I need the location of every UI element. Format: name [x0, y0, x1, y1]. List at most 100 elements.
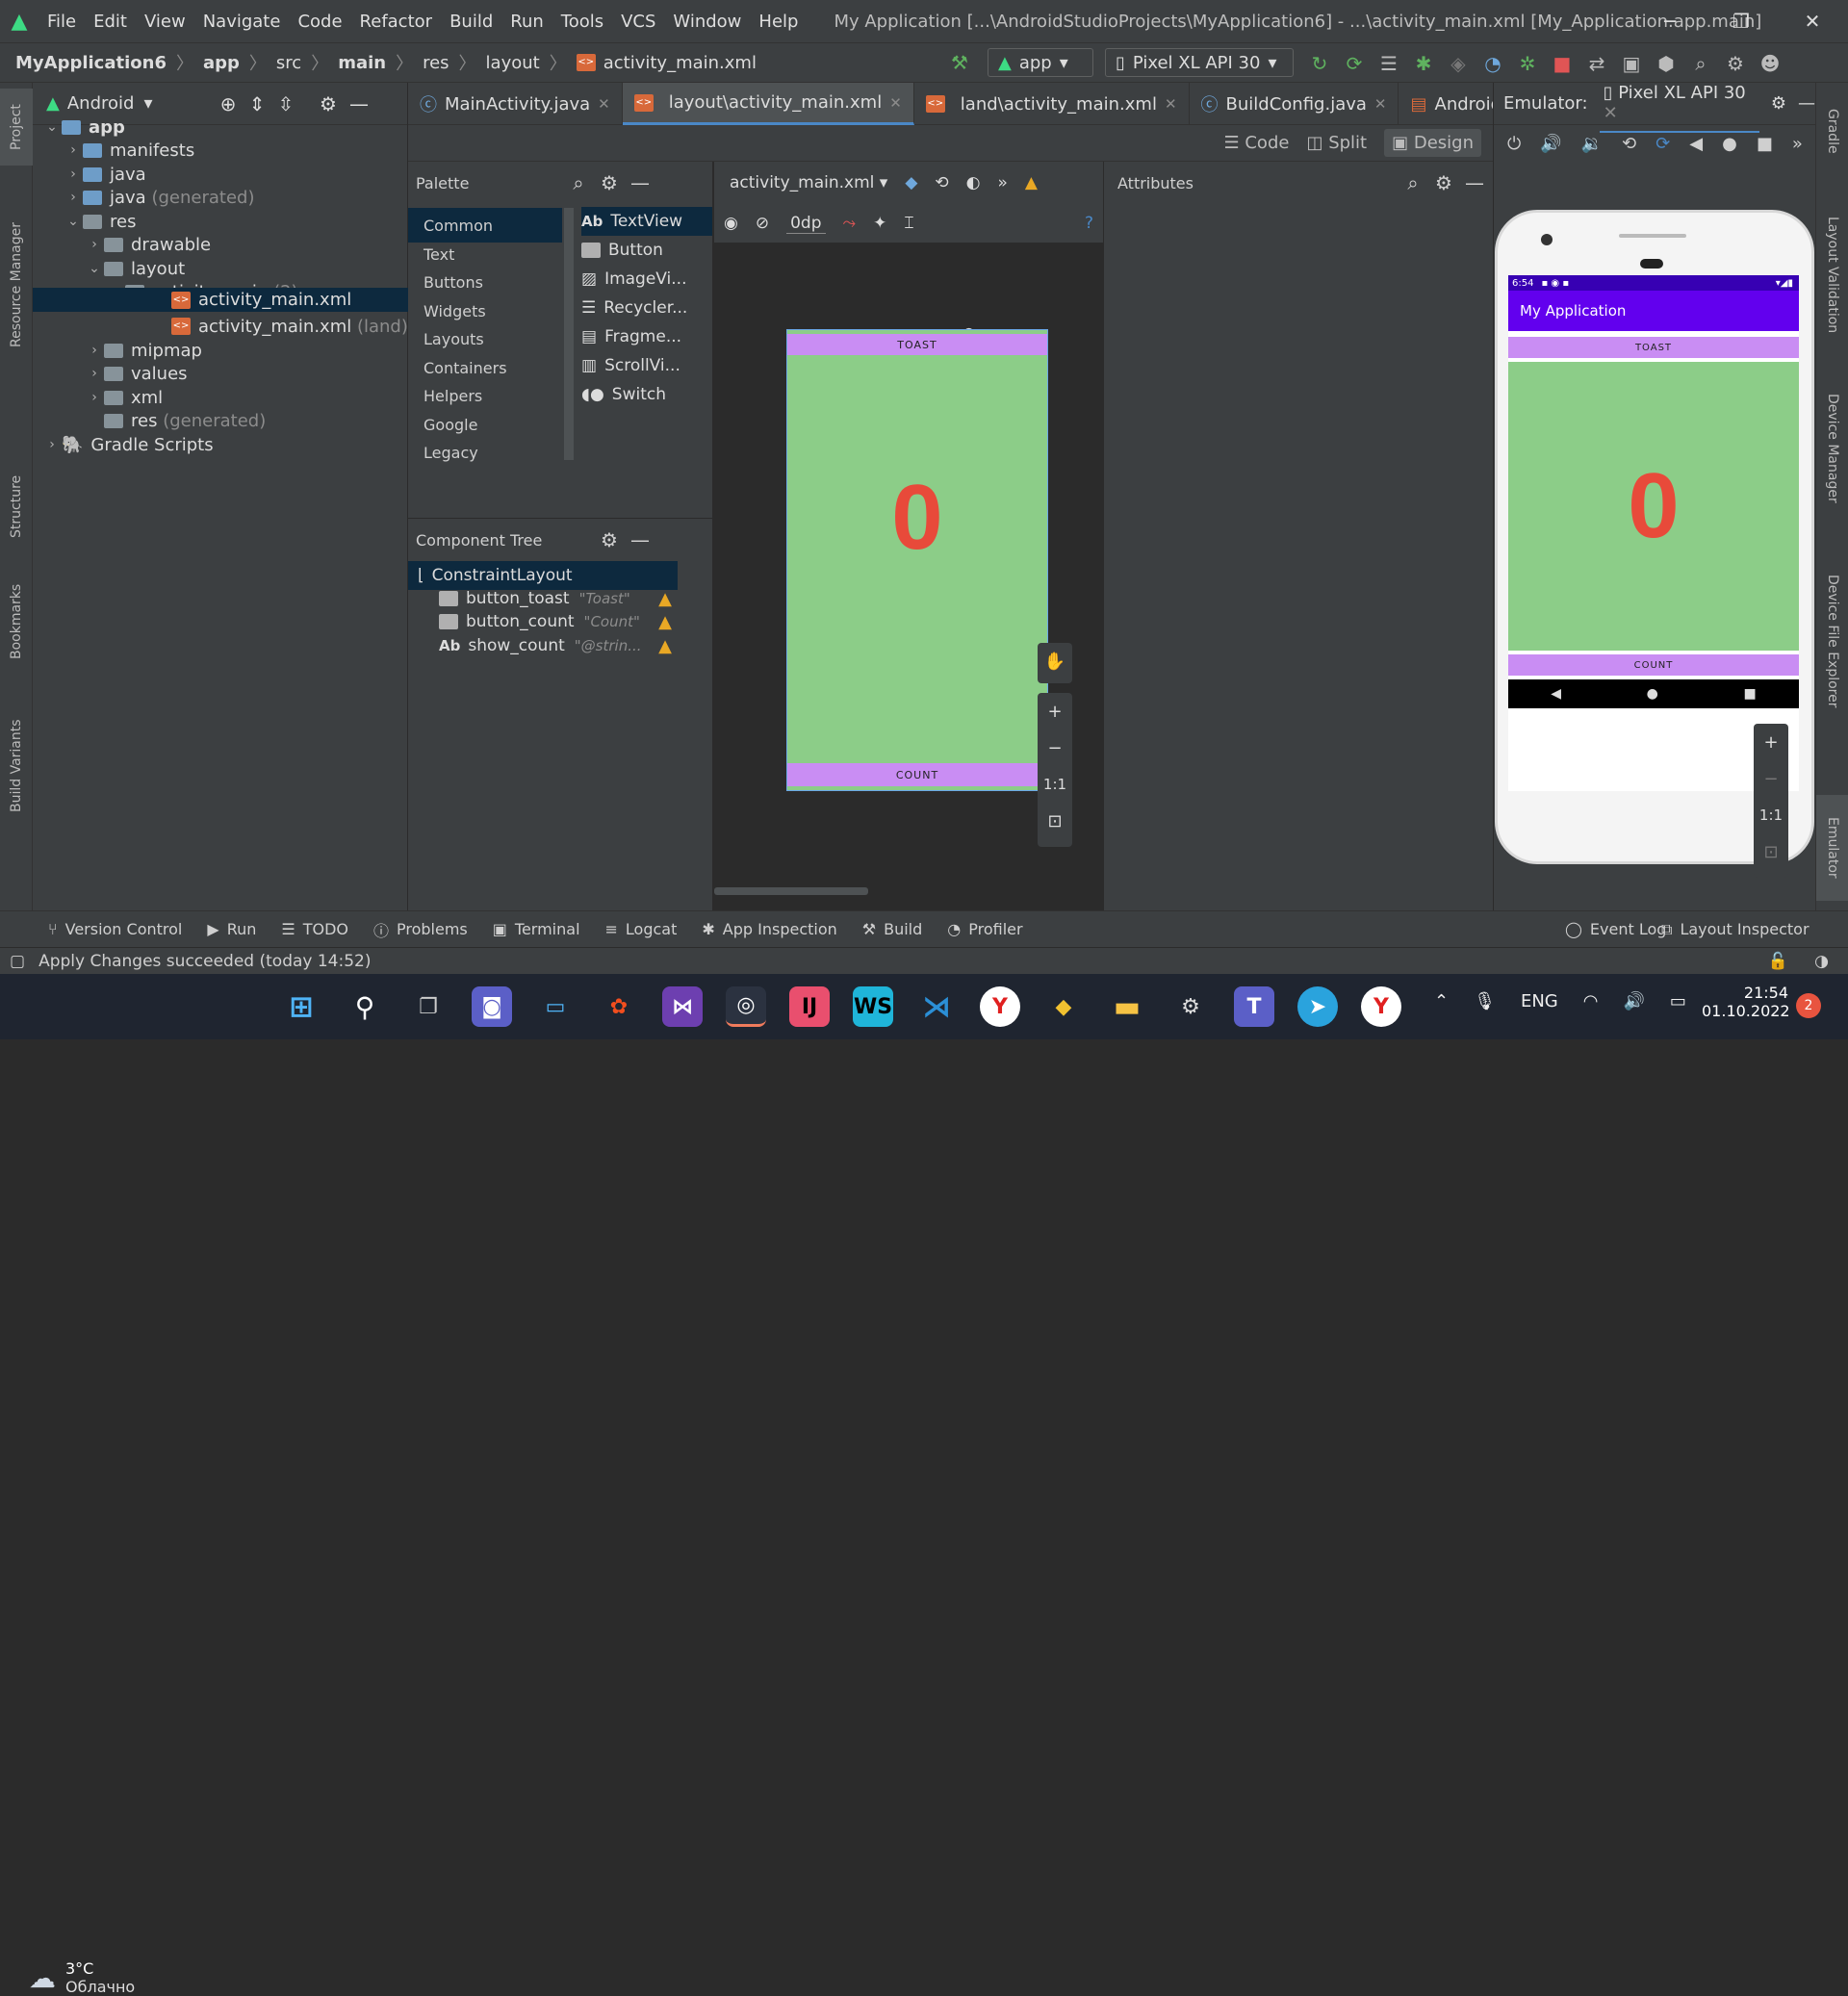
tool-run[interactable]: ▶ Run: [207, 920, 256, 938]
warning-icon[interactable]: ▲: [658, 612, 672, 632]
windows-start-icon[interactable]: ⊞: [281, 986, 321, 1027]
apply-changes-icon[interactable]: ⟳: [1338, 47, 1371, 80]
task-view-icon[interactable]: ❐: [408, 986, 449, 1027]
menu-refactor[interactable]: Refactor: [351, 12, 442, 32]
infer-constraints-icon[interactable]: ✦: [873, 214, 886, 233]
chevron-right-icon[interactable]: ›: [85, 343, 104, 358]
close-icon[interactable]: ✕: [598, 95, 610, 113]
tool-logcat[interactable]: ≡ Logcat: [605, 920, 678, 938]
chevron-right-icon[interactable]: ›: [64, 142, 83, 158]
hide-panel-icon[interactable]: —: [1458, 166, 1491, 199]
tree-item-gradle-scripts[interactable]: › 🐘 Gradle Scripts: [42, 430, 418, 459]
tool-tab-emulator[interactable]: Emulator: [1816, 795, 1848, 901]
tab-buildconfig[interactable]: ⓒ BuildConfig.java ✕: [1190, 83, 1399, 125]
overview-icon[interactable]: ■: [1757, 134, 1773, 154]
emulator-count-button[interactable]: COUNT: [1508, 654, 1799, 676]
nav-home-icon[interactable]: ●: [1647, 686, 1658, 702]
tool-app-inspection[interactable]: ✱ App Inspection: [702, 920, 836, 938]
hide-panel-icon[interactable]: —: [624, 166, 656, 199]
language-indicator[interactable]: ENG: [1521, 991, 1558, 1011]
home-icon[interactable]: ●: [1722, 134, 1737, 154]
run-config-dropdown[interactable]: ▲ app ▾: [988, 48, 1093, 77]
teams-chat-icon[interactable]: ◙: [472, 986, 512, 1027]
hand-icon[interactable]: ✋: [1044, 643, 1065, 679]
tab-land-activity-main[interactable]: <> land\activity_main.xml ✕: [914, 83, 1190, 125]
tool-tab-structure[interactable]: Structure: [0, 458, 33, 554]
overflow-icon[interactable]: »: [998, 173, 1008, 192]
volume-down-icon[interactable]: 🔉: [1581, 134, 1603, 154]
clock[interactable]: 21:54 01.10.2022: [1702, 984, 1790, 1020]
status-message[interactable]: Apply Changes succeeded (today 14:52): [38, 952, 371, 971]
palette-item-recyclerview[interactable]: ☰ Recycler...: [581, 294, 712, 322]
zoom-to-fit-icon[interactable]: ⊡: [1047, 803, 1062, 839]
gear-icon[interactable]: ⚙: [1771, 93, 1786, 114]
gear-icon[interactable]: ⚙: [593, 524, 626, 556]
figma-icon[interactable]: ✿: [599, 986, 639, 1027]
weather-widget[interactable]: ☁ 3°C Облачно: [29, 1959, 135, 1996]
help-icon[interactable]: ?: [1085, 214, 1093, 233]
guidelines-icon[interactable]: ⌶: [904, 214, 913, 233]
preview-count-button[interactable]: COUNT: [787, 763, 1047, 786]
coverage-icon[interactable]: ◈: [1442, 47, 1475, 80]
warning-icon[interactable]: ▲: [658, 589, 672, 609]
warning-icon[interactable]: ▲: [1025, 173, 1038, 192]
menu-window[interactable]: Window: [664, 12, 750, 32]
notification-badge[interactable]: 2: [1796, 993, 1821, 1018]
back-icon[interactable]: ◀: [1689, 134, 1703, 154]
breadcrumb-main[interactable]: main: [338, 53, 386, 73]
webstorm-icon[interactable]: WS: [853, 986, 893, 1027]
palette-item-switch[interactable]: ◖● Switch: [581, 380, 712, 409]
breadcrumb-app[interactable]: app: [203, 53, 240, 73]
project-view-selector[interactable]: Android: [67, 93, 135, 114]
breadcrumb-layout[interactable]: layout: [486, 53, 540, 73]
attach-debugger-icon[interactable]: ✲: [1511, 47, 1544, 80]
hide-panel-icon[interactable]: —: [624, 524, 656, 556]
tool-tab-build-variants[interactable]: Build Variants: [0, 689, 33, 843]
preview-count-text[interactable]: 0: [787, 465, 1047, 571]
hide-panel-icon[interactable]: —: [1798, 93, 1815, 114]
lock-icon[interactable]: 🔓: [1768, 952, 1788, 971]
menu-help[interactable]: Help: [750, 12, 807, 32]
tool-tab-gradle[interactable]: Gradle: [1816, 92, 1848, 169]
telegram-icon[interactable]: ➤: [1297, 986, 1338, 1027]
rotate-right-icon[interactable]: ⟳: [1656, 134, 1670, 154]
volume-icon[interactable]: 🔊: [1623, 991, 1644, 1011]
emulator-device-tab[interactable]: ▯ Pixel XL API 30 ✕: [1599, 75, 1759, 133]
palette-category-legacy[interactable]: Legacy: [408, 435, 562, 470]
orientation-icon[interactable]: ⟲: [935, 173, 948, 192]
tool-tab-resource-manager[interactable]: Resource Manager: [0, 189, 33, 381]
volume-up-icon[interactable]: 🔊: [1540, 134, 1561, 154]
profile-icon[interactable]: ◔: [1476, 47, 1509, 80]
close-icon[interactable]: ✕: [889, 94, 902, 112]
palette-item-fragment[interactable]: ▤ Fragme...: [581, 322, 712, 351]
breadcrumb-file[interactable]: activity_main.xml: [603, 53, 757, 73]
tool-profiler[interactable]: ◔ Profiler: [947, 920, 1022, 938]
teams-icon[interactable]: T: [1234, 986, 1274, 1027]
chevron-down-icon[interactable]: ⌄: [42, 119, 62, 135]
emulator-screen[interactable]: 6:54 ▪ ◉ ▪ ▾◢▮ My Application TOAST 0 COUN…: [1508, 275, 1799, 791]
tool-version-control[interactable]: ⑂ Version Control: [48, 920, 182, 938]
minimize-icon[interactable]: ─: [1634, 0, 1706, 42]
palette-item-imageview[interactable]: ▨ ImageVi...: [581, 265, 712, 294]
tool-tab-device-file-explorer[interactable]: Device File Explorer: [1816, 545, 1848, 737]
zoom-fit-button[interactable]: 1:1: [1043, 766, 1066, 803]
zoom-to-fit-icon[interactable]: ⊡: [1763, 833, 1778, 870]
zoom-in-icon[interactable]: +: [1047, 693, 1062, 729]
layout-preview[interactable]: TOAST 0 COUNT: [786, 329, 1048, 791]
rerun-icon[interactable]: ↻: [1303, 47, 1336, 80]
chevron-right-icon[interactable]: ›: [42, 437, 62, 452]
palette-item-scrollview[interactable]: ▥ ScrollVi...: [581, 351, 712, 380]
tool-tab-project[interactable]: Project: [0, 89, 33, 166]
default-margin-field[interactable]: 0dp: [786, 214, 826, 234]
tool-terminal[interactable]: ▣ Terminal: [493, 920, 580, 938]
palette-scrollbar[interactable]: [564, 208, 574, 460]
palette-item-button[interactable]: Button: [581, 236, 712, 265]
tree-item-activity-main-xml[interactable]: <> activity_main.xml: [33, 288, 408, 312]
tool-todo[interactable]: ☰ TODO: [281, 920, 348, 938]
remote-desktop-icon[interactable]: ▭: [535, 986, 576, 1027]
menu-vcs[interactable]: VCS: [612, 12, 664, 32]
mode-code[interactable]: ☰ Code: [1224, 133, 1290, 153]
toggle-tool-windows-icon[interactable]: ▢: [10, 952, 25, 971]
tree-node-show-count[interactable]: Ab show_count "@strin... ▲: [408, 631, 678, 660]
chevron-down-icon[interactable]: ▾: [143, 93, 152, 114]
